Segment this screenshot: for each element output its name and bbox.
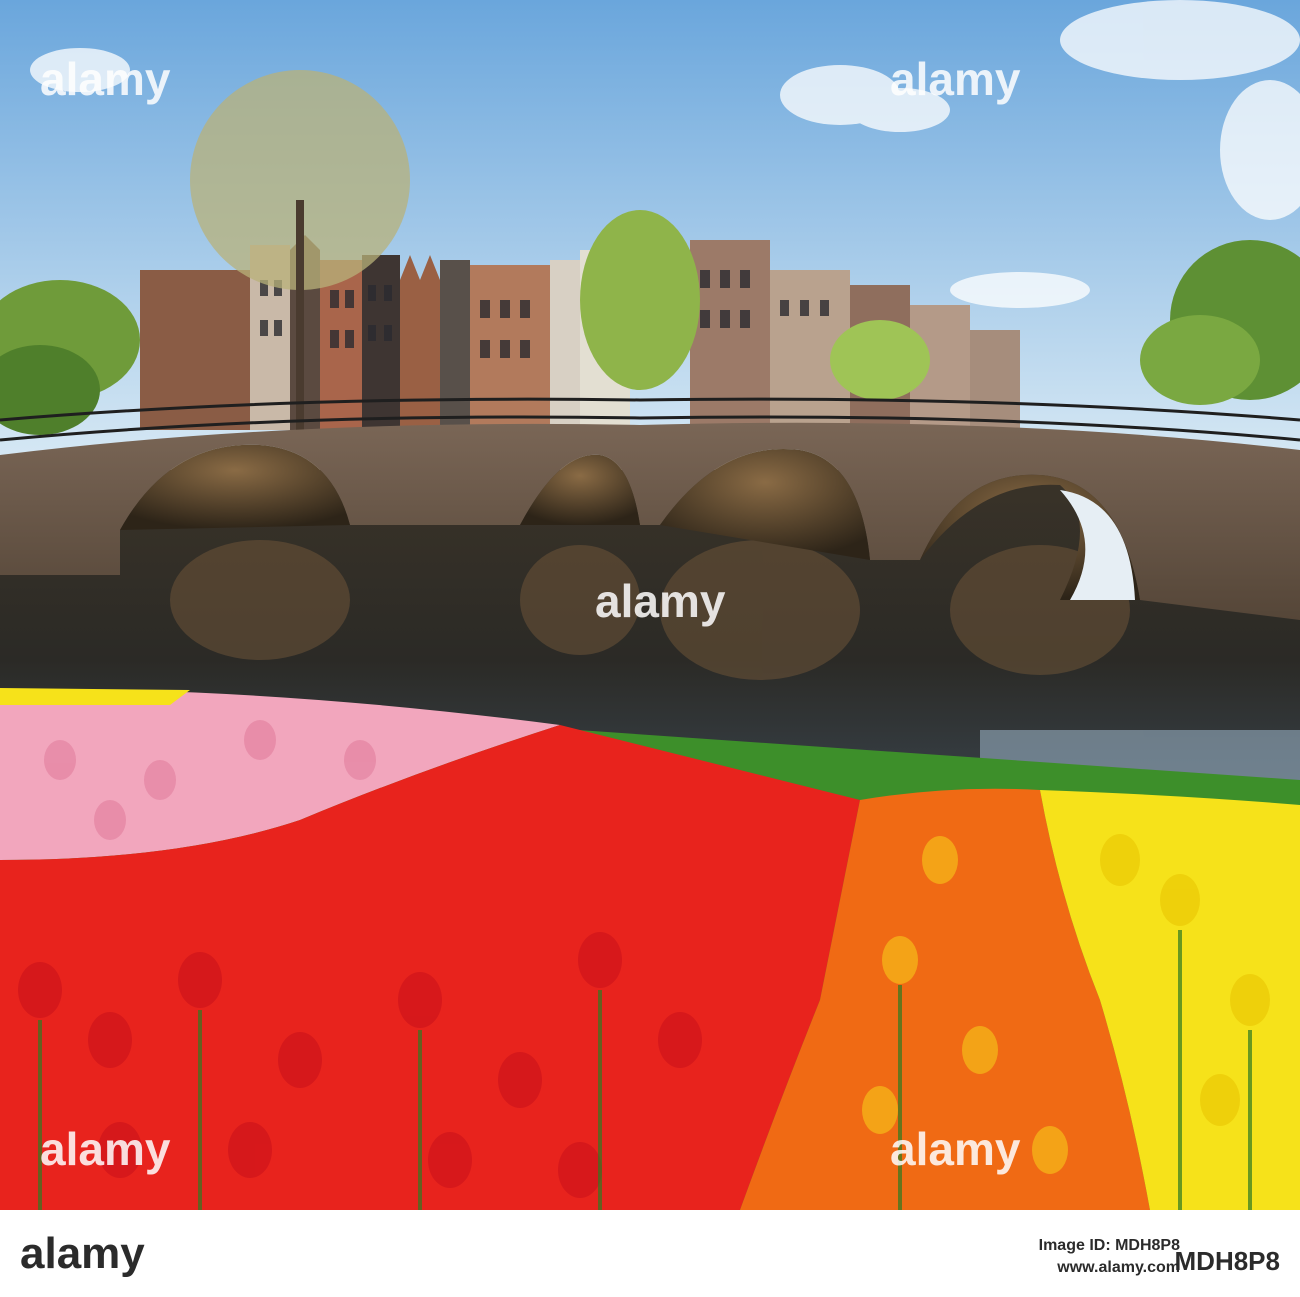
footer-stock-id: MDH8P8 [1175,1246,1280,1276]
footer-url: www.alamy.com [1056,1259,1180,1276]
yellow-tulip-edge [0,688,190,705]
footer-image-id: Image ID: MDH8P8 [1039,1237,1180,1254]
watermark-bottom-left: alamy [40,1123,171,1175]
footer-logo: alamy [20,1229,145,1278]
watermark-center: alamy [595,575,726,627]
watermark-top-left: alamy [40,53,171,105]
watermark-top-right: alamy [890,53,1021,105]
photo-scene: alamy alamy alamy alamy alamy alamy Imag… [0,0,1300,1297]
watermark-bottom-right: alamy [890,1123,1021,1175]
